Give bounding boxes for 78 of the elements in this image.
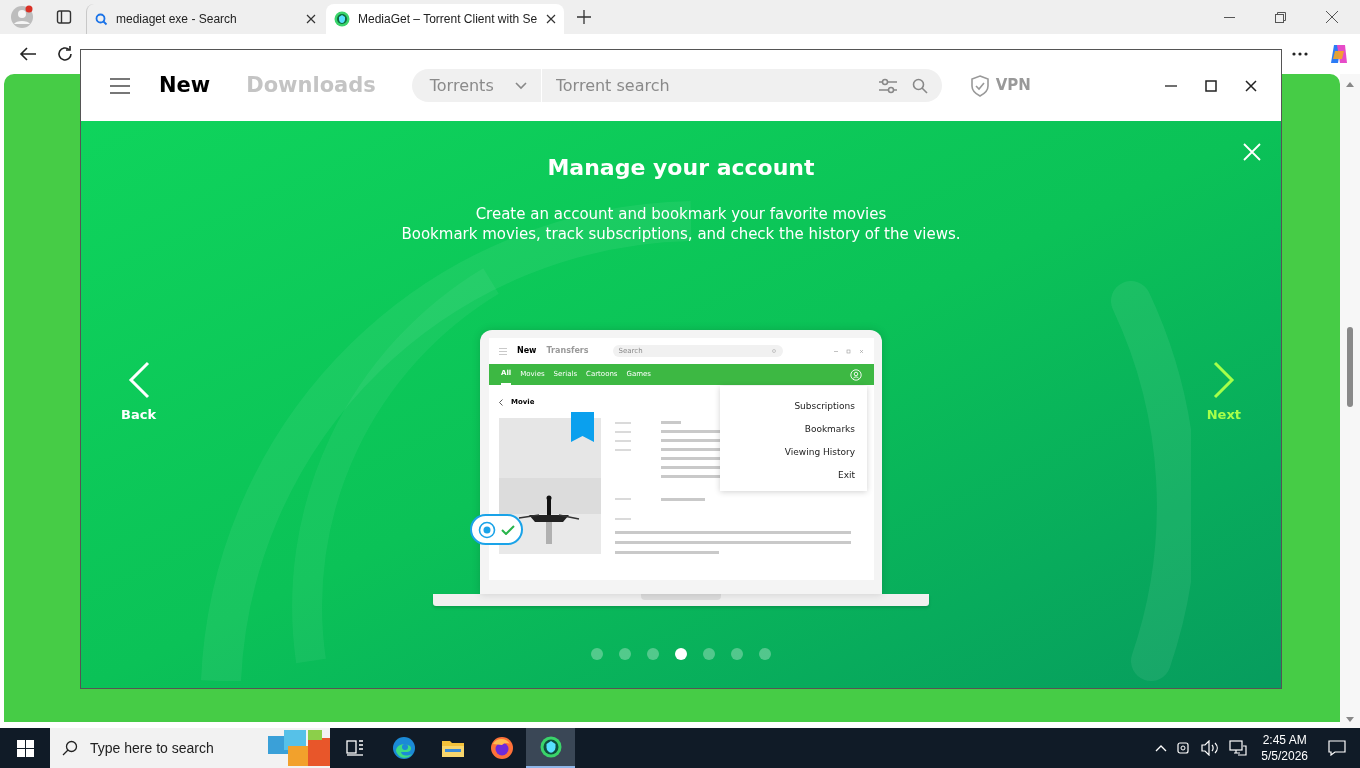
nav-tab[interactable]: Downloads [246,69,376,102]
slide-description: Create an account and bookmark your favorite movies [475,204,887,224]
mockup-nav-label: New [517,345,537,357]
shield-logo-icon [539,736,562,758]
clock-time: 2:45 AM [1262,732,1307,748]
folder-icon [440,738,465,758]
tab-actions-icon [56,9,72,25]
bookmark-icon [571,412,594,442]
slide-description: Bookmark movies, track subscriptions, and check the history of the views. [401,224,961,244]
search-placeholder: Type here to search [90,738,214,758]
scroll-up-icon [1346,82,1354,87]
task-view-icon [345,740,364,756]
edge-icon [391,736,416,760]
back-button[interactable]: Back [121,361,157,425]
chevron-up-icon [1155,744,1168,752]
taskbar-search-field[interactable]: Type here to search [50,728,330,768]
maximize-icon [1205,79,1217,92]
close-icon [306,14,316,24]
eye-icon [477,520,496,539]
chevron-down-icon [514,81,527,90]
search-icon [62,740,78,756]
text-placeholder-line [615,448,631,451]
taskbar-app-button[interactable] [526,728,575,768]
firefox-icon [489,736,514,760]
browser-tab[interactable]: MediaGet – Torrent Client with Se [326,4,564,34]
menu-icon [110,77,130,94]
shield-logo-icon [334,11,350,27]
network-icon [1229,740,1248,756]
search-bar[interactable]: Torrents Torrent search [411,69,942,102]
user-circle-icon [850,368,862,381]
scrollbar[interactable] [1340,74,1360,728]
refresh-icon [56,45,74,63]
text-placeholder-line [615,430,631,433]
scrollbar-thumb[interactable] [1347,327,1353,407]
close-icon [1245,79,1257,92]
copilot-icon [1328,43,1350,65]
filter-icon [877,77,898,94]
close-icon [1243,143,1261,161]
next-button[interactable]: Next [1206,361,1241,425]
new-tab-icon [577,10,591,24]
menu-icon [499,347,507,355]
text-placeholder-line [661,421,681,424]
camera-icon [1177,740,1192,756]
tab-title: mediaget exe - Search [116,11,238,28]
chevron-right-icon [1212,361,1235,399]
text-placeholder-line [615,498,631,500]
shield-check-icon [969,74,990,97]
more-icon [1292,52,1308,56]
slide-title: Manage your account [547,154,815,182]
search-icon [771,348,777,354]
chevron-left-icon [499,398,503,406]
search-icon [95,12,108,26]
scroll-down-icon [1346,717,1354,722]
text-placeholder-line [615,439,631,442]
close-icon [546,14,556,24]
torrent-search-input[interactable]: Torrent search [541,73,878,98]
search-icon [911,77,928,94]
volume-icon [1201,740,1220,756]
text-placeholder-line [661,497,705,501]
check-icon [501,524,516,535]
windows-start-icon [16,739,34,757]
mockup-nav-label: Transfers [546,345,589,357]
chevron-left-icon [127,361,150,399]
vpn-button[interactable]: VPN [969,74,1031,97]
clock-date: 5/5/2026 [1261,748,1308,764]
nav-tab[interactable]: New [159,69,211,102]
close-slide-button[interactable] [1243,143,1261,161]
window-controls-icon [834,348,864,354]
profile-avatar-icon [10,5,34,29]
close-icon [1326,11,1338,23]
text-placeholder-line [615,421,631,424]
restore-icon [1275,11,1286,23]
puzzle-art-icon [268,730,330,766]
text-placeholder-line [615,517,631,520]
notifications-icon [1328,740,1346,756]
back-arrow-icon [19,46,37,62]
category-dropdown[interactable]: Torrents [411,69,542,102]
tab-title: MediaGet – Torrent Client with Se [358,11,538,28]
